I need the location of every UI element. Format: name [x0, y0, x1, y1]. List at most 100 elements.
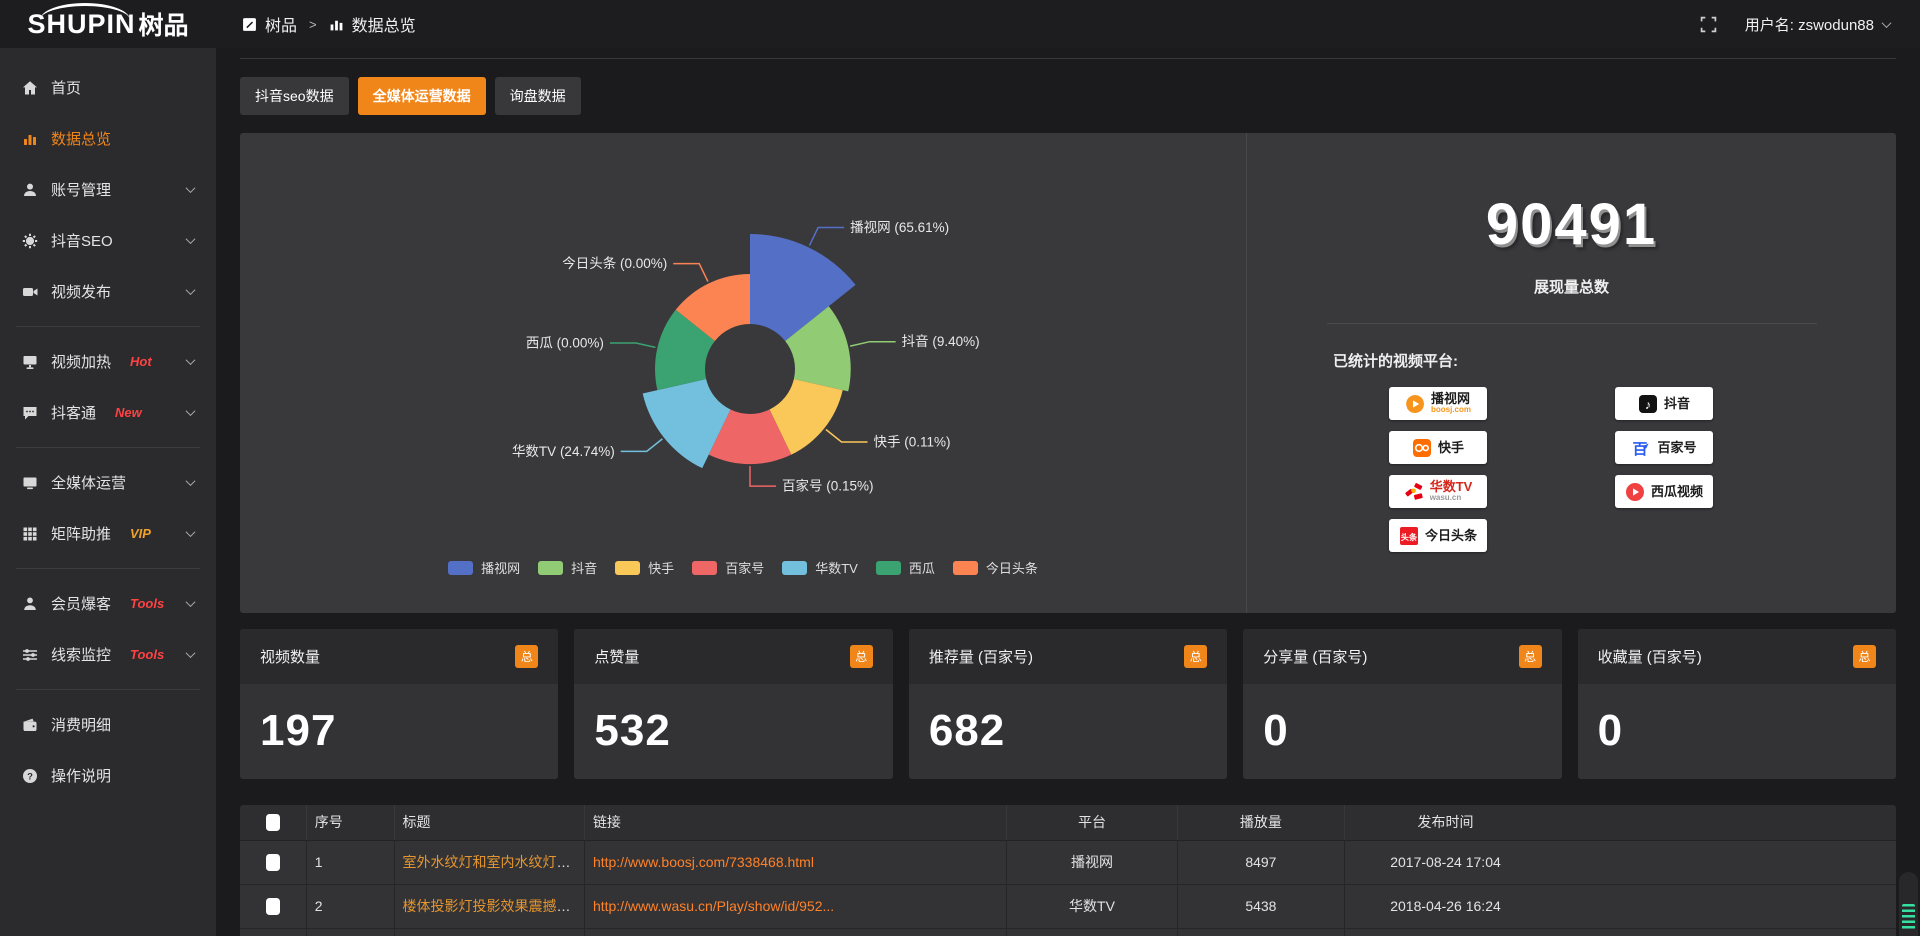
videos-table-wrap: 序号标题链接平台播放量发布时间1室外水纹灯和室内水纹灯的区别和简介http://…	[240, 805, 1896, 936]
overview-panel: 播视网 (65.61%)抖音 (9.40%)快手 (0.11%)百家号 (0.1…	[240, 133, 1896, 613]
stat-cards-row: 视频数量总197点赞量总532推荐量 (百家号)总682分享量 (百家号)总0收…	[240, 629, 1896, 779]
chevron-down-icon	[186, 285, 196, 295]
pie-label-line	[750, 466, 776, 486]
sidebar-item-视频加热[interactable]: 视频加热Hot	[0, 336, 216, 387]
svg-text:百: 百	[1633, 441, 1648, 458]
total-badge[interactable]: 总	[1519, 645, 1542, 668]
edit-square-icon	[242, 17, 257, 32]
sidebar-item-会员爆客[interactable]: 会员爆客Tools	[0, 578, 216, 629]
stat-card-收藏量 (百家号): 收藏量 (百家号)总0	[1578, 629, 1896, 779]
sidebar-item-线索监控[interactable]: 线索监控Tools	[0, 629, 216, 680]
sidebar: 首页数据总览账号管理抖音SEO视频发布视频加热Hot 抖客通 New 全媒体运营矩阵助…	[0, 48, 216, 936]
stat-card-label: 视频数量	[260, 646, 320, 667]
stat-card-header: 收藏量 (百家号)总	[1578, 629, 1896, 684]
question-circle-icon: ?	[22, 768, 38, 784]
main-content: 抖音seo数据全媒体运营数据询盘数据 播视网 (65.61%)抖音 (9.40%…	[216, 48, 1920, 936]
douyin-logo-icon: ♪	[1638, 394, 1658, 414]
sidebar-item-数据总览[interactable]: 数据总览	[0, 113, 216, 164]
sliders-icon	[22, 647, 38, 663]
chevron-down-icon	[186, 355, 196, 365]
legend-swatch	[448, 561, 473, 575]
breadcrumb: 树品 > 数据总览	[242, 12, 416, 36]
chart-bars-icon	[22, 131, 38, 147]
legend-swatch	[538, 561, 563, 575]
platform-name: 快手	[1438, 441, 1464, 455]
user-menu[interactable]: 用户名: zswodun88	[1745, 14, 1890, 35]
row-checkbox[interactable]	[266, 854, 280, 871]
platform-badge-今日头条: 头条今日头条	[1389, 519, 1487, 552]
platform-badge-text: 今日头条	[1425, 529, 1477, 543]
legend-item-百家号[interactable]: 百家号	[692, 558, 764, 577]
breadcrumb-root[interactable]: 树品	[265, 12, 297, 36]
floating-scroll-widget[interactable]	[1899, 872, 1918, 936]
app-logo[interactable]: SHUPIN 树品	[0, 0, 216, 48]
sidebar-item-操作说明[interactable]: ?操作说明	[0, 750, 216, 801]
header-divider	[240, 58, 1896, 59]
sidebar-item-抖音SEO[interactable]: 抖音SEO	[0, 215, 216, 266]
total-badge[interactable]: 总	[1184, 645, 1207, 668]
sidebar-menu: 首页数据总览账号管理抖音SEO视频发布视频加热Hot 抖客通 New 全媒体运营矩阵助…	[0, 48, 216, 801]
summary-panel: 90491 展现量总数 已统计的视频平台: 播视网boosj.com快手华数TV…	[1246, 133, 1896, 613]
cell-title[interactable]: 室外水纹灯和室内水纹灯的区别和简介	[403, 854, 585, 870]
legend-swatch	[692, 561, 717, 575]
legend-item-西瓜[interactable]: 西瓜	[876, 558, 935, 577]
legend-item-播视网[interactable]: 播视网	[448, 558, 520, 577]
fullscreen-icon[interactable]	[1700, 16, 1717, 33]
sidebar-item-账号管理[interactable]: 账号管理	[0, 164, 216, 215]
platform-badge-text: 百家号	[1657, 441, 1696, 455]
platform-badge-text: 播视网boosj.com	[1431, 392, 1471, 414]
stat-card-header: 点赞量总	[574, 629, 892, 684]
legend-label: 今日头条	[986, 558, 1038, 577]
cell-link[interactable]: http://www.wasu.cn/Play/show/id/952...	[593, 898, 834, 914]
legend-label: 华数TV	[815, 558, 858, 577]
select-all-checkbox[interactable]	[266, 814, 280, 831]
sidebar-item-矩阵助推[interactable]: 矩阵助推VIP	[0, 508, 216, 559]
row-checkbox[interactable]	[266, 898, 280, 915]
legend-item-今日头条[interactable]: 今日头条	[953, 558, 1038, 577]
legend-swatch	[953, 561, 978, 575]
legend-item-抖音[interactable]: 抖音	[538, 558, 597, 577]
total-badge[interactable]: 总	[850, 645, 873, 668]
tab-询盘数据[interactable]: 询盘数据	[495, 77, 581, 115]
total-impressions-value: 90491	[1247, 191, 1896, 258]
stat-card-点赞量: 点赞量总532	[574, 629, 892, 779]
sidebar-item-消费明细[interactable]: 消费明细	[0, 699, 216, 750]
platform-badge-text: 西瓜视频	[1651, 485, 1703, 499]
monitor-icon	[22, 475, 38, 491]
data-tabs: 抖音seo数据全媒体运营数据询盘数据	[240, 77, 1896, 115]
pie-label-播视网: 播视网 (65.61%)	[850, 220, 949, 235]
platform-badge-西瓜视频: 西瓜视频	[1615, 475, 1713, 508]
table-row: 1室外水纹灯和室内水纹灯的区别和简介http://www.boosj.com/7…	[240, 840, 1896, 884]
boosj-logo-icon	[1405, 394, 1425, 414]
sidebar-tag-New: New	[115, 405, 142, 420]
cell-title[interactable]: 楼体投影灯投影效果震撼上市	[403, 898, 585, 914]
total-badge[interactable]: 总	[515, 645, 538, 668]
cell-platform: 华数TV	[1007, 884, 1178, 928]
table-row-partial	[240, 928, 1896, 936]
wasu-logo-icon	[1404, 482, 1424, 502]
sidebar-item-首页[interactable]: 首页	[0, 62, 216, 113]
chevron-down-icon	[186, 406, 196, 416]
sidebar-group-divider	[16, 326, 200, 327]
pie-label-百家号: 百家号 (0.15%)	[782, 478, 874, 494]
rose-pie-chart: 播视网 (65.61%)抖音 (9.40%)快手 (0.11%)百家号 (0.1…	[240, 133, 1246, 613]
cell-platform: 播视网	[1007, 840, 1178, 884]
tab-全媒体运营数据[interactable]: 全媒体运营数据	[358, 77, 486, 115]
chevron-down-icon	[186, 234, 196, 244]
cell-link[interactable]: http://www.boosj.com/7338468.html	[593, 854, 814, 870]
chevron-down-icon	[186, 648, 196, 658]
sidebar-item-视频发布[interactable]: 视频发布	[0, 266, 216, 317]
total-badge[interactable]: 总	[1853, 645, 1876, 668]
legend-item-快手[interactable]: 快手	[615, 558, 674, 577]
sidebar-item-label: 全媒体运营	[51, 472, 126, 493]
tab-抖音seo数据[interactable]: 抖音seo数据	[240, 77, 349, 115]
sidebar-item-抖客通[interactable]: 抖客通 New	[0, 387, 216, 438]
table-row: 2楼体投影灯投影效果震撼上市http://www.wasu.cn/Play/sh…	[240, 884, 1896, 928]
videos-table: 序号标题链接平台播放量发布时间1室外水纹灯和室内水纹灯的区别和简介http://…	[240, 805, 1896, 936]
sidebar-item-label: 抖客通	[51, 402, 96, 423]
stat-card-value: 197	[240, 684, 558, 756]
sidebar-tag-Tools: Tools	[130, 596, 164, 611]
sidebar-item-全媒体运营[interactable]: 全媒体运营	[0, 457, 216, 508]
legend-item-华数TV[interactable]: 华数TV	[782, 558, 858, 577]
screen-play-icon	[22, 354, 38, 370]
